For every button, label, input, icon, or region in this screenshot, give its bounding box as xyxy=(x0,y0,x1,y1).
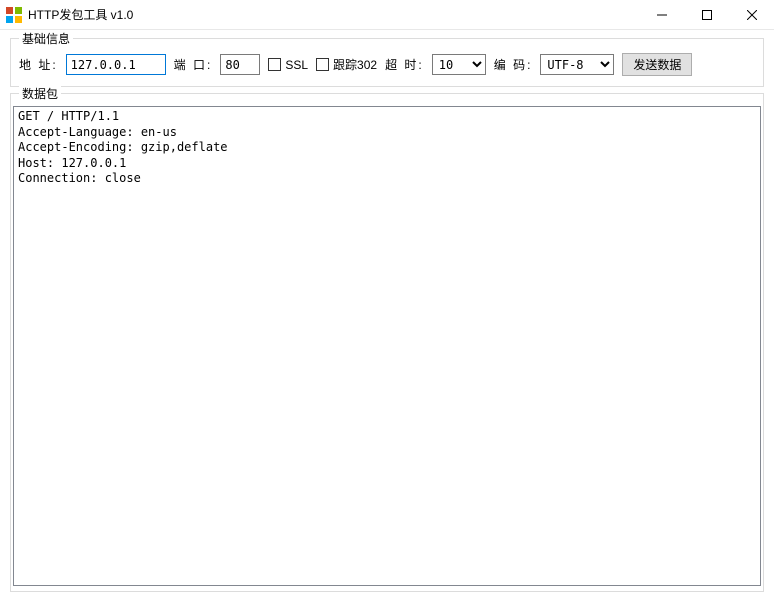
address-input[interactable] xyxy=(66,54,166,75)
follow302-checkbox-wrap[interactable]: 跟踪302 xyxy=(316,56,377,73)
window-controls xyxy=(639,0,774,29)
data-packet-label: 数据包 xyxy=(19,85,61,102)
port-input[interactable] xyxy=(220,54,260,75)
follow302-label: 跟踪302 xyxy=(333,56,377,73)
app-icon xyxy=(6,7,22,23)
ssl-checkbox-wrap[interactable]: SSL xyxy=(268,58,308,72)
basic-info-row: 地 址: 端 口: SSL 跟踪302 超 时: 10 编 码: UTF-8 发… xyxy=(19,53,755,76)
titlebar: HTTP发包工具 v1.0 xyxy=(0,0,774,30)
encoding-label: 编 码: xyxy=(494,56,533,73)
encoding-select[interactable]: UTF-8 xyxy=(540,54,614,75)
address-label: 地 址: xyxy=(19,56,58,73)
window-title: HTTP发包工具 v1.0 xyxy=(28,6,639,23)
port-label: 端 口: xyxy=(174,56,213,73)
ssl-checkbox[interactable] xyxy=(268,58,281,71)
basic-info-label: 基础信息 xyxy=(19,30,73,47)
send-button[interactable]: 发送数据 xyxy=(622,53,692,76)
close-button[interactable] xyxy=(729,0,774,29)
follow302-checkbox[interactable] xyxy=(316,58,329,71)
minimize-button[interactable] xyxy=(639,0,684,29)
timeout-select[interactable]: 10 xyxy=(432,54,486,75)
data-packet-textarea[interactable] xyxy=(13,106,761,586)
ssl-label: SSL xyxy=(285,58,308,72)
basic-info-group: 基础信息 地 址: 端 口: SSL 跟踪302 超 时: 10 编 码: UT… xyxy=(10,38,764,87)
data-packet-group: 数据包 xyxy=(10,93,764,592)
maximize-button[interactable] xyxy=(684,0,729,29)
timeout-label: 超 时: xyxy=(385,56,424,73)
